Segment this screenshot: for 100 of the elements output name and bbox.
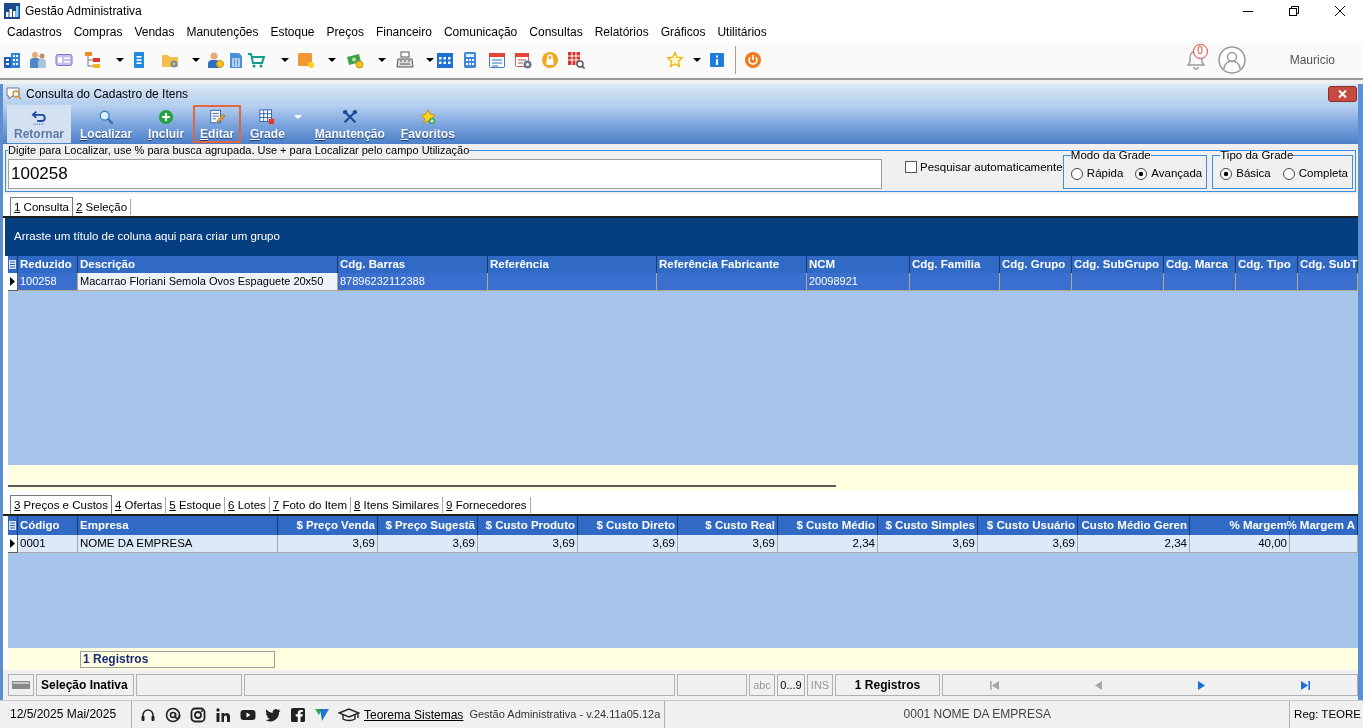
power-icon[interactable]	[744, 51, 762, 69]
twitter-icon[interactable]	[265, 706, 281, 723]
menu-item[interactable]: Gráficos	[654, 22, 712, 42]
table-cell: Macarrao Floriani Semola Ovos Espaguete 20x50	[78, 273, 338, 291]
caret-down-icon[interactable]	[378, 58, 386, 62]
group-by-panel[interactable]: Arraste um título de coluna aqui para criar um grupo	[5, 218, 1358, 256]
record-count: 1 Registros	[835, 674, 940, 696]
people-icon[interactable]	[29, 51, 47, 69]
menu-item[interactable]: Cadastros	[1, 22, 68, 42]
search-field[interactable]: 100258	[8, 159, 882, 189]
caret-down-icon[interactable]	[693, 58, 701, 62]
chat-search-icon	[6, 86, 22, 102]
facebook-icon[interactable]	[290, 706, 306, 723]
date-label: 12/5/2025 Mai/2025	[0, 701, 132, 728]
cart-icon[interactable]	[247, 51, 265, 69]
option-label[interactable]: Avançada	[1151, 164, 1203, 183]
tab[interactable]: 6 Lotes	[225, 497, 270, 513]
edit-document-icon	[208, 109, 227, 125]
menu-item[interactable]: Manutenções	[180, 22, 265, 42]
info-icon[interactable]	[710, 53, 724, 67]
menu-item[interactable]: Comunicação	[437, 22, 524, 42]
calculator-icon[interactable]	[461, 51, 479, 69]
menu-item[interactable]: Utilitários	[711, 22, 773, 42]
calendar-gear-icon[interactable]	[514, 51, 532, 69]
option-label[interactable]: Básica	[1236, 164, 1271, 183]
calendar-icon[interactable]	[488, 51, 506, 69]
caret-down-icon[interactable]	[116, 58, 124, 62]
avatar-icon[interactable]	[1217, 46, 1246, 74]
tab[interactable]: 9 Fornecedores	[443, 497, 531, 513]
instagram-icon[interactable]	[190, 706, 206, 723]
return-arrow-icon	[30, 109, 48, 125]
at-sign-icon[interactable]	[165, 706, 181, 723]
add-icon	[157, 109, 176, 125]
banknote-coin-icon[interactable]	[346, 51, 364, 69]
next-icon[interactable]	[1197, 680, 1207, 690]
option-label[interactable]: Rápida	[1086, 164, 1124, 183]
group-title: Modo da Grade	[1070, 149, 1151, 161]
close-icon	[1338, 90, 1347, 98]
mode-indicator: abc	[749, 674, 775, 696]
tools-icon	[340, 109, 359, 125]
table-row[interactable]: 0001 NOME DA EMPRESA 3,69 3,69 3,69 3,69 3,69 2,34 3,69 3,69 2,34 40,00	[8, 535, 1358, 553]
table-row[interactable]: 100258 Macarrao Floriani Semola Ovos Espaguete 20x50 87896232112388 20098921	[8, 273, 1358, 291]
id-card-icon[interactable]	[55, 51, 73, 69]
tab[interactable]: 8 Itens Similares	[351, 497, 444, 513]
caret-down-icon[interactable]	[281, 58, 289, 62]
calendar-grid-icon[interactable]	[436, 51, 454, 69]
horizontal-scrollbar[interactable]	[8, 485, 836, 487]
option-label[interactable]: Completa	[1298, 164, 1348, 183]
headset-icon[interactable]	[140, 706, 156, 723]
notification-badge: 0	[1192, 44, 1208, 59]
radio-button[interactable]	[1070, 167, 1083, 180]
user-name[interactable]: Mauricio	[1289, 51, 1335, 69]
linkedin-icon[interactable]	[215, 706, 231, 723]
menu-item[interactable]: Consultas	[523, 22, 589, 42]
minimize-icon[interactable]	[1243, 10, 1253, 12]
star-icon[interactable]	[666, 51, 684, 69]
search-hint: Digite para Localizar, use % para busca agrupada. Use + para Localizar pelo campo Utilização	[8, 144, 470, 156]
restore-icon[interactable]	[1289, 6, 1299, 16]
close-icon[interactable]	[1335, 6, 1345, 16]
menu-item[interactable]: Compras	[67, 22, 129, 42]
tab[interactable]: 4 Ofertas	[112, 497, 167, 513]
tab[interactable]: 7 Foto do Item	[269, 497, 351, 513]
caret-down-icon[interactable]	[328, 58, 336, 62]
record-count: 1 Registros	[80, 650, 275, 668]
radio-button[interactable]	[1135, 167, 1148, 180]
search-icon	[97, 109, 116, 125]
checkbox-label[interactable]: Pesquisar automaticamente	[920, 158, 1063, 176]
window-title: Consulta do Cadastro de Itens	[26, 86, 189, 103]
menu-item[interactable]: Financeiro	[369, 22, 438, 42]
tab[interactable]: 1 Consulta	[10, 197, 73, 216]
menu-item[interactable]: Estoque	[264, 22, 321, 42]
buildings-icon[interactable]	[3, 51, 21, 69]
checkbox[interactable]	[905, 161, 917, 174]
caret-down-icon[interactable]	[426, 58, 434, 62]
close-button[interactable]	[1328, 86, 1357, 102]
column-list-icon[interactable]	[9, 521, 16, 530]
grid-icon	[258, 109, 277, 125]
menu-item[interactable]: Relatórios	[588, 22, 655, 42]
selection-status: Seleção Inativa	[36, 674, 134, 696]
radio-button[interactable]	[1220, 167, 1233, 180]
skip-to-last-icon[interactable]	[1300, 680, 1310, 690]
graduation-cap-icon[interactable]	[338, 706, 360, 723]
menu-item[interactable]: Preços	[320, 22, 370, 42]
cash-register-icon[interactable]	[396, 51, 414, 69]
person-coin-icon[interactable]	[206, 51, 224, 69]
tab[interactable]: 3 Preços e Custos	[10, 495, 112, 514]
tab[interactable]: 5 Estoque	[166, 497, 226, 513]
bar-chart-icon	[4, 3, 20, 19]
bank-icon[interactable]	[227, 51, 245, 69]
menu-item[interactable]: Vendas	[128, 22, 181, 42]
table-search-icon[interactable]	[567, 51, 585, 69]
column-list-icon[interactable]	[9, 260, 16, 269]
caret-down-icon[interactable]	[192, 58, 200, 62]
company-link[interactable]: Teorema Sistemas	[364, 705, 464, 724]
radio-button[interactable]	[1282, 167, 1295, 180]
tab[interactable]: 2 Seleção	[73, 199, 132, 215]
star-add-icon	[418, 109, 437, 125]
triangle-logo-icon[interactable]	[315, 708, 329, 721]
registration-label: Reg: TEORE	[1293, 706, 1362, 722]
hierarchy-icon[interactable]	[83, 51, 101, 69]
